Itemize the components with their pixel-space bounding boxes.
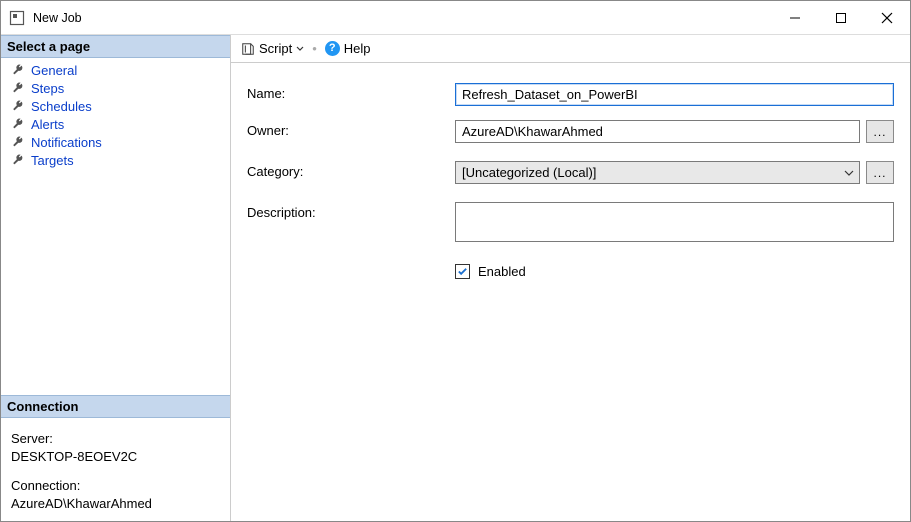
server-value: DESKTOP-8EOEV2C xyxy=(11,448,220,466)
maximize-button[interactable] xyxy=(818,1,864,35)
owner-input[interactable] xyxy=(455,120,860,143)
category-select[interactable]: [Uncategorized (Local)] xyxy=(455,161,860,184)
connection-info: Server: DESKTOP-8EOEV2C Connection: Azur… xyxy=(1,418,230,521)
toolbar: Script • ? Help xyxy=(231,35,910,63)
enabled-label: Enabled xyxy=(478,264,526,279)
page-item-schedules[interactable]: Schedules xyxy=(1,97,230,115)
page-item-label: Notifications xyxy=(31,135,102,150)
chevron-down-icon xyxy=(296,45,304,53)
connection-value: AzureAD\KhawarAhmed xyxy=(11,495,220,513)
category-label: Category: xyxy=(247,161,455,179)
connection-label: Connection: xyxy=(11,477,220,495)
wrench-icon xyxy=(11,153,25,167)
page-item-label: Schedules xyxy=(31,99,92,114)
new-job-window: New Job Select a page General Steps xyxy=(0,0,911,522)
page-item-steps[interactable]: Steps xyxy=(1,79,230,97)
page-item-label: Alerts xyxy=(31,117,64,132)
category-browse-button[interactable]: ... xyxy=(866,161,894,184)
enabled-checkbox[interactable] xyxy=(455,264,470,279)
description-label: Description: xyxy=(247,202,455,220)
page-item-targets[interactable]: Targets xyxy=(1,151,230,169)
help-icon: ? xyxy=(325,41,340,56)
app-icon xyxy=(9,10,25,26)
help-label: Help xyxy=(344,41,371,56)
name-input[interactable] xyxy=(455,83,894,106)
script-icon xyxy=(241,42,255,56)
server-label: Server: xyxy=(11,430,220,448)
wrench-icon xyxy=(11,81,25,95)
wrench-icon xyxy=(11,99,25,113)
titlebar: New Job xyxy=(1,1,910,35)
minimize-button[interactable] xyxy=(772,1,818,35)
form-area: Name: Owner: ... Category: xyxy=(231,63,910,521)
wrench-icon xyxy=(11,63,25,77)
connection-header: Connection xyxy=(1,395,230,418)
page-item-label: General xyxy=(31,63,77,78)
category-value: [Uncategorized (Local)] xyxy=(455,161,860,184)
help-button[interactable]: ? Help xyxy=(325,41,371,56)
wrench-icon xyxy=(11,135,25,149)
owner-browse-button[interactable]: ... xyxy=(866,120,894,143)
page-item-label: Steps xyxy=(31,81,64,96)
window-title: New Job xyxy=(33,11,82,25)
content-panel: Script • ? Help Name: Owner: xyxy=(231,35,910,521)
chevron-down-icon xyxy=(839,162,859,183)
owner-label: Owner: xyxy=(247,120,455,138)
page-list: General Steps Schedules Alerts Notificat… xyxy=(1,58,230,172)
select-page-header: Select a page xyxy=(1,35,230,58)
name-label: Name: xyxy=(247,83,455,101)
description-textarea[interactable] xyxy=(455,202,894,242)
sidebar: Select a page General Steps Schedules Al… xyxy=(1,35,231,521)
script-dropdown[interactable]: Script xyxy=(241,41,304,56)
script-label: Script xyxy=(259,41,292,56)
toolbar-separator: • xyxy=(312,41,317,56)
page-item-general[interactable]: General xyxy=(1,61,230,79)
page-item-label: Targets xyxy=(31,153,74,168)
page-item-notifications[interactable]: Notifications xyxy=(1,133,230,151)
wrench-icon xyxy=(11,117,25,131)
close-button[interactable] xyxy=(864,1,910,35)
page-item-alerts[interactable]: Alerts xyxy=(1,115,230,133)
